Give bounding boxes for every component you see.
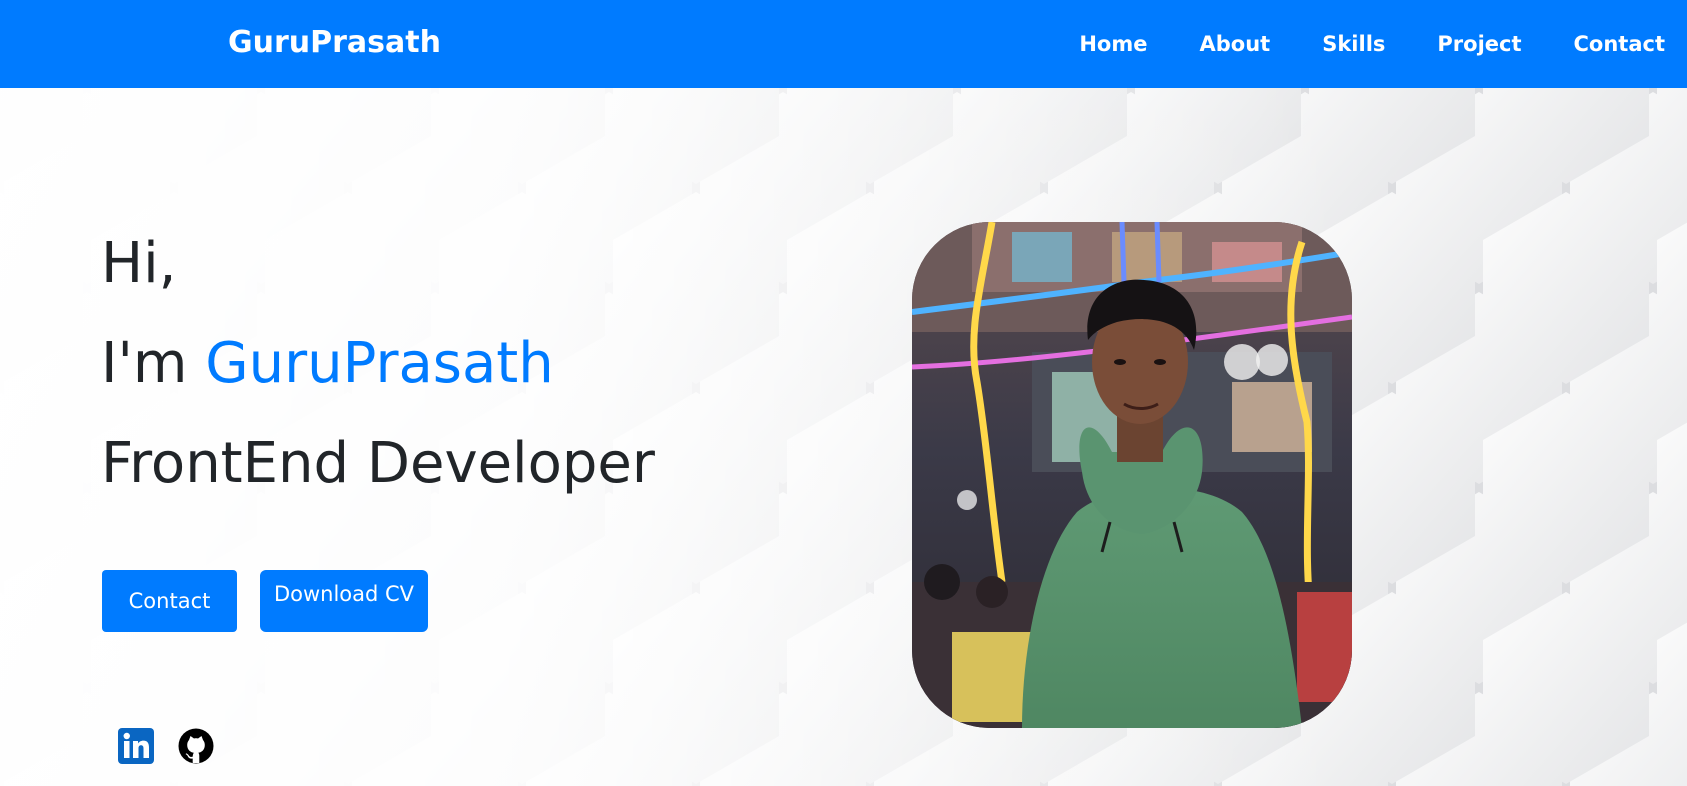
download-cv-button[interactable]: Download CV — [260, 570, 428, 632]
nav-link-about[interactable]: About — [1200, 32, 1271, 56]
hero-intro-prefix: I'm — [101, 331, 206, 396]
nav-link-project[interactable]: Project — [1437, 32, 1521, 56]
hero-role: FrontEnd Developer — [101, 431, 655, 496]
navbar: GuruPrasath Home About Skills Project Co… — [0, 0, 1687, 88]
brand-logo[interactable]: GuruPrasath — [228, 25, 441, 60]
nav-links: Home About Skills Project Contact — [1027, 32, 1687, 56]
contact-button[interactable]: Contact — [102, 570, 237, 632]
nav-link-skills[interactable]: Skills — [1322, 32, 1385, 56]
linkedin-icon[interactable] — [118, 728, 154, 768]
profile-photo — [912, 222, 1352, 728]
github-icon[interactable] — [178, 728, 214, 768]
nav-link-home[interactable]: Home — [1079, 32, 1147, 56]
page: GuruPrasath Home About Skills Project Co… — [0, 0, 1687, 786]
nav-link-contact[interactable]: Contact — [1574, 32, 1666, 56]
hero-name: GuruPrasath — [205, 331, 554, 396]
hero-greeting: Hi, — [101, 231, 177, 296]
hero-intro: I'm GuruPrasath — [101, 336, 554, 392]
